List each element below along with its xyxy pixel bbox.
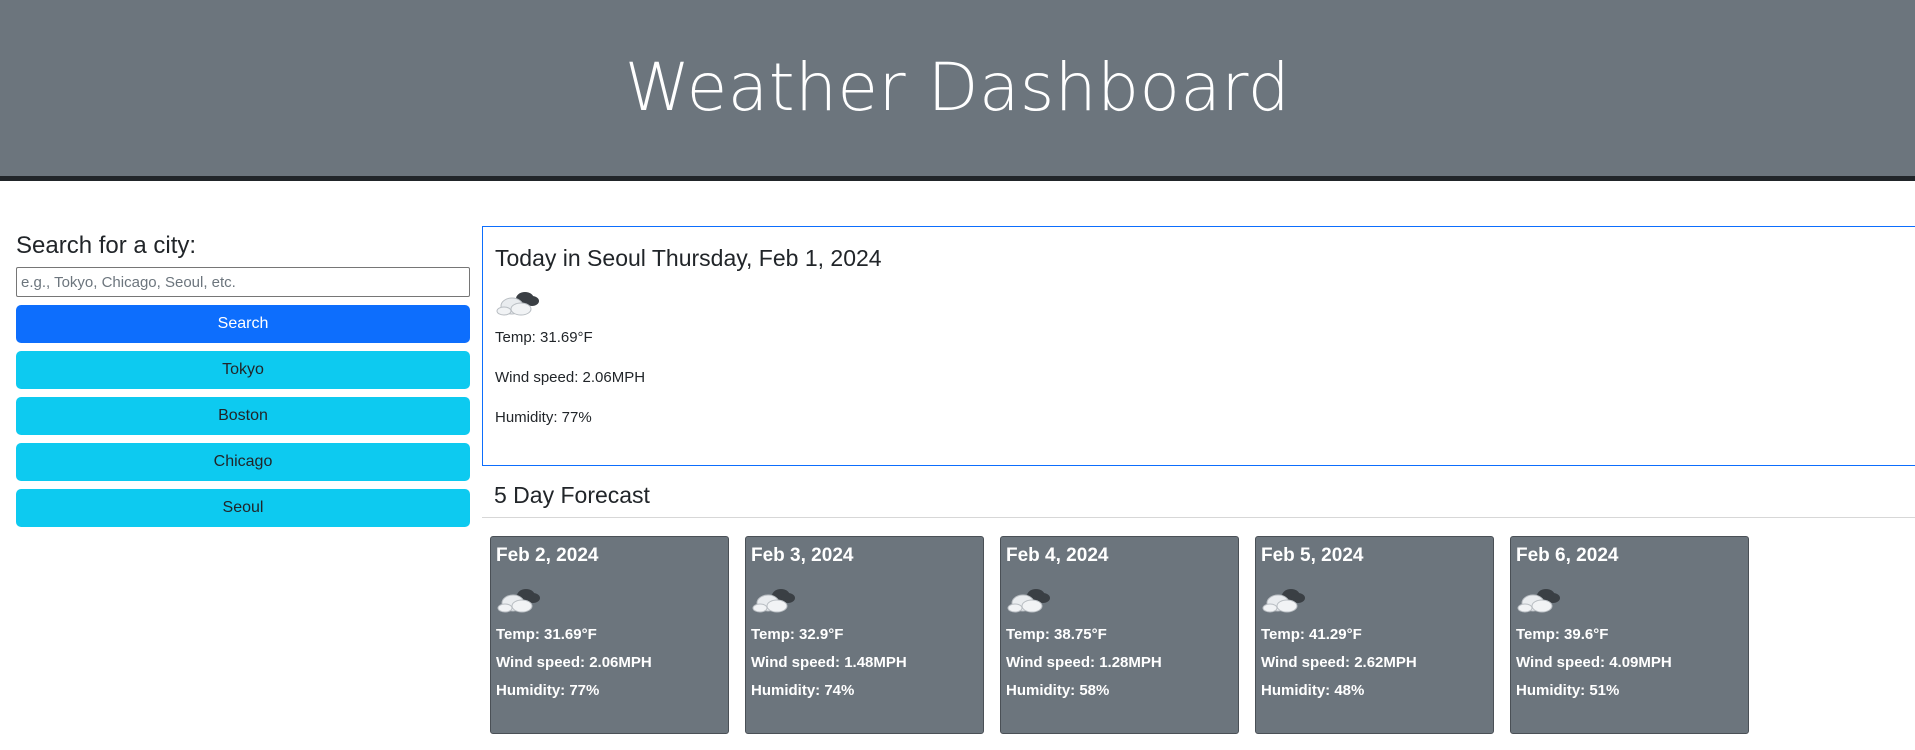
- partly-cloudy-icon: [752, 589, 795, 613]
- page-title: Weather Dashboard: [624, 48, 1291, 126]
- forecast-date: Feb 5, 2024: [1261, 545, 1364, 566]
- forecast-temp: Temp: 41.29°F: [1261, 626, 1362, 643]
- current-wind: Wind speed: 2.06MPH: [495, 369, 646, 386]
- current-humidity: Humidity: 77%: [495, 409, 592, 426]
- forecast-wind: Wind speed: 1.48MPH: [751, 654, 907, 671]
- forecast-card: Feb 3, 2024 Temp: 32.9°F Wind speed: 1.4…: [745, 536, 984, 734]
- forecast-temp: Temp: 38.75°F: [1006, 626, 1107, 643]
- forecast-card: Feb 4, 2024 Temp: 38.75°F Wind speed: 1.…: [1000, 536, 1239, 734]
- weather-icon-container: [1261, 581, 1488, 615]
- forecast-humidity: Humidity: 58%: [1006, 682, 1110, 699]
- search-sidebar: Search for a city: Search Tokyo Boston C…: [16, 228, 470, 527]
- forecast-wind: Wind speed: 4.09MPH: [1516, 654, 1672, 671]
- forecast-wind: Wind speed: 2.62MPH: [1261, 654, 1417, 671]
- forecast-date: Feb 2, 2024: [496, 545, 599, 566]
- weather-icon-container: [495, 284, 1910, 318]
- forecast-temp: Temp: 31.69°F: [496, 626, 597, 643]
- partly-cloudy-icon: [1517, 589, 1560, 613]
- forecast-humidity: Humidity: 48%: [1261, 682, 1365, 699]
- search-button[interactable]: Search: [16, 305, 470, 343]
- partly-cloudy-icon: [1262, 589, 1305, 613]
- forecast-title: 5 Day Forecast: [494, 482, 650, 508]
- forecast-humidity: Humidity: 74%: [751, 682, 855, 699]
- city-search-input[interactable]: [16, 267, 470, 297]
- forecast-date: Feb 6, 2024: [1516, 545, 1619, 566]
- partly-cloudy-icon: [496, 292, 539, 316]
- partly-cloudy-icon: [1007, 589, 1050, 613]
- forecast-wind: Wind speed: 1.28MPH: [1006, 654, 1162, 671]
- page-header: Weather Dashboard: [0, 0, 1915, 181]
- forecast-humidity: Humidity: 51%: [1516, 682, 1620, 699]
- forecast-date: Feb 3, 2024: [751, 545, 854, 566]
- forecast-wind: Wind speed: 2.06MPH: [496, 654, 652, 671]
- forecast-humidity: Humidity: 77%: [496, 682, 600, 699]
- forecast-card: Feb 6, 2024 Temp: 39.6°F Wind speed: 4.0…: [1510, 536, 1749, 734]
- forecast-section-header: 5 Day Forecast: [482, 482, 1915, 518]
- weather-icon-container: [751, 581, 978, 615]
- forecast-cards: Feb 2, 2024 Temp: 31.69°F Wind speed: 2.…: [490, 536, 1749, 734]
- partly-cloudy-icon: [497, 589, 540, 613]
- search-heading: Search for a city:: [16, 232, 197, 259]
- current-weather-panel: Today in Seoul Thursday, Feb 1, 2024 Tem…: [482, 226, 1915, 466]
- history-button-tokyo[interactable]: Tokyo: [16, 351, 470, 389]
- history-button-chicago[interactable]: Chicago: [16, 443, 470, 481]
- forecast-card: Feb 2, 2024 Temp: 31.69°F Wind speed: 2.…: [490, 536, 729, 734]
- current-temp: Temp: 31.69°F: [495, 329, 593, 346]
- weather-icon-container: [496, 581, 723, 615]
- weather-icon-container: [1516, 581, 1743, 615]
- forecast-date: Feb 4, 2024: [1006, 545, 1109, 566]
- forecast-card: Feb 5, 2024 Temp: 41.29°F Wind speed: 2.…: [1255, 536, 1494, 734]
- history-button-boston[interactable]: Boston: [16, 397, 470, 435]
- history-button-seoul[interactable]: Seoul: [16, 489, 470, 527]
- forecast-temp: Temp: 32.9°F: [751, 626, 844, 643]
- current-weather-title: Today in Seoul Thursday, Feb 1, 2024: [495, 245, 882, 271]
- forecast-temp: Temp: 39.6°F: [1516, 626, 1609, 643]
- weather-icon-container: [1006, 581, 1233, 615]
